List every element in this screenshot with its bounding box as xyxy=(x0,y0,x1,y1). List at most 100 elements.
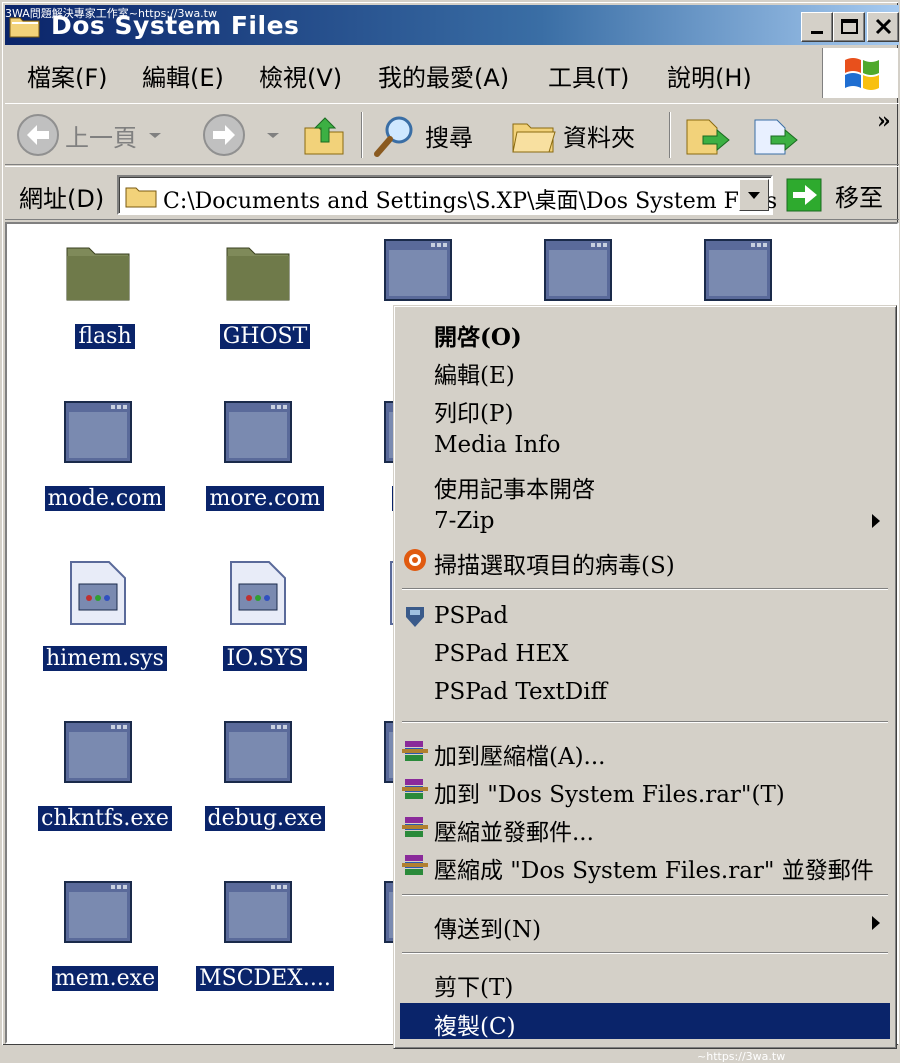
file-name: mode.com xyxy=(25,486,185,511)
menu-separator xyxy=(402,588,888,590)
maximize-icon xyxy=(841,19,858,34)
winrar-icon xyxy=(402,779,428,799)
menu-file[interactable]: 檔案(F) xyxy=(27,58,108,93)
file-name: GHOST xyxy=(185,324,345,349)
folders-button[interactable]: 資料夾 xyxy=(509,110,635,160)
search-button[interactable]: 搜尋 xyxy=(371,110,473,160)
menu-print[interactable]: 列印(P) xyxy=(400,390,890,427)
address-path: C:\Documents and Settings\S.XP\桌面\Dos Sy… xyxy=(163,189,778,214)
submenu-arrow-icon xyxy=(872,916,880,930)
menu-bar: 檔案(F) 編輯(E) 檢視(V) 我的最愛(A) 工具(T) 說明(H) xyxy=(5,48,815,98)
menu-edit-item[interactable]: 編輯(E) xyxy=(400,352,890,389)
maximize-button[interactable] xyxy=(833,12,865,42)
program-icon xyxy=(384,239,452,301)
program-icon xyxy=(224,401,292,463)
menu-cut[interactable]: 剪下(T) xyxy=(400,964,890,1001)
folder-icon xyxy=(9,17,40,38)
menu-scan-virus[interactable]: 掃描選取項目的病毒(S) xyxy=(400,542,890,579)
menu-pspad-hex[interactable]: PSPad HEX xyxy=(400,637,890,673)
winrar-icon xyxy=(402,817,428,837)
copy-to-icon xyxy=(754,119,798,155)
copy-to-button[interactable] xyxy=(751,110,801,160)
search-label: 搜尋 xyxy=(425,123,473,152)
menu-separator xyxy=(402,952,888,954)
winrar-icon xyxy=(402,741,428,761)
minimize-button[interactable] xyxy=(801,12,833,42)
file-name: himem.sys xyxy=(25,646,185,671)
menu-add-to-rar[interactable]: 加到 "Dos System Files.rar"(T) xyxy=(400,771,890,808)
program-icon xyxy=(704,239,772,301)
move-to-icon xyxy=(686,119,730,155)
forward-button[interactable] xyxy=(201,110,283,160)
windows-flag-icon xyxy=(845,58,879,90)
folder-icon xyxy=(226,247,290,301)
menu-7zip[interactable]: 7-Zip xyxy=(400,504,890,540)
menu-favorites[interactable]: 我的最愛(A) xyxy=(378,58,509,93)
antivirus-icon xyxy=(404,549,426,571)
menu-open-notepad[interactable]: 使用記事本開啓 xyxy=(400,466,890,503)
back-label: 上一頁 xyxy=(65,123,137,152)
file-name: mem.exe xyxy=(25,966,185,991)
menu-pspad[interactable]: PSPad xyxy=(400,599,890,635)
address-input[interactable]: C:\Documents and Settings\S.XP\桌面\Dos Sy… xyxy=(117,175,777,215)
program-icon xyxy=(544,239,612,301)
up-button[interactable] xyxy=(301,110,347,160)
menu-open[interactable]: 開啓(O) xyxy=(400,314,890,351)
folder-up-icon xyxy=(304,117,344,155)
menu-view[interactable]: 檢視(V) xyxy=(259,58,342,93)
back-arrow-icon xyxy=(17,114,59,156)
load-time-caption: 載入時間:0.03秒 xyxy=(9,1032,93,1045)
back-button[interactable]: 上一頁 xyxy=(15,110,165,160)
explorer-window: 3WA問題解決專家工作室~https://3wa.tw Dos System F… xyxy=(0,0,900,1063)
file-name: flash xyxy=(25,324,185,349)
menu-copy[interactable]: 複製(C) xyxy=(400,1003,890,1040)
chevron-down-icon xyxy=(149,133,161,138)
program-icon xyxy=(64,721,132,783)
menu-separator xyxy=(402,721,888,723)
toolbar-separator xyxy=(361,112,363,158)
address-label: 網址(D) xyxy=(19,185,105,213)
folder-icon xyxy=(66,247,130,301)
go-button[interactable]: 移至 xyxy=(785,175,883,215)
close-icon xyxy=(875,18,892,35)
menu-pspad-textdiff[interactable]: PSPad TextDiff xyxy=(400,675,890,711)
winrar-icon xyxy=(402,855,428,875)
file-name: more.com xyxy=(185,486,345,511)
move-to-button[interactable] xyxy=(683,110,733,160)
title-bar[interactable]: 3WA問題解決專家工作室~https://3wa.tw Dos System F… xyxy=(5,5,899,45)
menu-send-to[interactable]: 傳送到(N) xyxy=(400,906,890,943)
program-icon xyxy=(224,881,292,943)
pspad-icon xyxy=(406,607,424,627)
forward-arrow-icon xyxy=(203,114,245,156)
minimize-icon xyxy=(811,31,823,34)
file-name: debug.exe xyxy=(185,806,345,831)
chevron-down-icon xyxy=(748,192,760,199)
context-menu: 開啓(O) 編輯(E) 列印(P) Media Info 使用記事本開啓 7-Z… xyxy=(393,305,897,1049)
toolbar-overflow-chevron[interactable]: » xyxy=(877,108,891,134)
folder-icon xyxy=(125,187,157,208)
file-name: MSCDEX.... xyxy=(185,966,345,991)
menu-separator xyxy=(402,894,888,896)
program-icon xyxy=(64,401,132,463)
file-name: IO.SYS xyxy=(185,646,345,671)
program-icon xyxy=(224,721,292,783)
submenu-arrow-icon xyxy=(872,514,880,528)
folders-icon xyxy=(512,123,556,153)
window-title: Dos System Files xyxy=(51,11,300,40)
menu-edit[interactable]: 編輯(E) xyxy=(142,58,224,93)
menu-help[interactable]: 說明(H) xyxy=(667,58,752,93)
menu-compress-email[interactable]: 壓縮並發郵件... xyxy=(400,809,890,846)
system-file-icon xyxy=(70,561,126,625)
windows-logo xyxy=(822,48,898,98)
address-dropdown-button[interactable] xyxy=(739,179,769,211)
close-button[interactable] xyxy=(867,12,899,42)
go-label: 移至 xyxy=(835,183,883,212)
menu-add-to-archive[interactable]: 加到壓縮檔(A)... xyxy=(400,733,890,770)
folders-label: 資料夾 xyxy=(563,123,635,152)
file-name: chkntfs.exe xyxy=(25,806,185,831)
program-icon xyxy=(64,881,132,943)
menu-compress-rar-email[interactable]: 壓縮成 "Dos System Files.rar" 並發郵件 xyxy=(400,847,890,884)
menu-media-info[interactable]: Media Info xyxy=(400,428,890,464)
menu-tools[interactable]: 工具(T) xyxy=(548,58,629,93)
go-arrow-icon xyxy=(786,178,822,212)
